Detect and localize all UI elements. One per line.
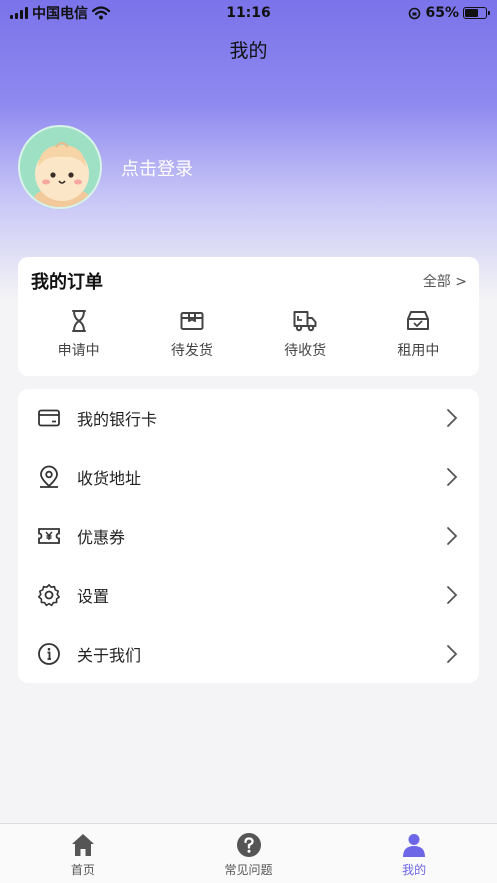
page-title: 我的 (229, 40, 268, 62)
login-link[interactable]: 点击登录 (121, 155, 193, 181)
battery-percent: 65% (425, 5, 459, 21)
bank-card-icon (38, 409, 60, 427)
question-icon (236, 833, 261, 857)
user-icon (403, 834, 426, 857)
coupon-icon (38, 528, 60, 544)
order-status-to-receive[interactable]: 待收货 (255, 308, 355, 360)
tab-mine[interactable]: 我的 (331, 824, 497, 883)
chevron-right-icon (447, 468, 458, 487)
status-time: 11:16 (226, 5, 271, 21)
chevron-right-icon (447, 644, 458, 663)
hourglass-icon (71, 310, 86, 332)
menu-card: 我的银行卡 收货地址 优惠券 设置 关于我们 (18, 389, 479, 683)
battery-icon (463, 7, 490, 19)
location-pin-icon (40, 465, 58, 489)
order-status-renting[interactable]: 租用中 (368, 308, 468, 360)
signal-icon (10, 7, 28, 19)
avatar[interactable] (18, 125, 102, 209)
home-icon (71, 834, 94, 856)
wifi-icon (92, 6, 110, 20)
order-status-applying[interactable]: 申请中 (29, 308, 129, 360)
avatar-mascot-icon (34, 142, 90, 207)
orders-title: 我的订单 (31, 272, 103, 293)
gear-icon (38, 583, 60, 606)
chevron-right-icon (447, 585, 458, 604)
menu-item-bank-card[interactable]: 我的银行卡 (18, 389, 479, 448)
menu-item-settings[interactable]: 设置 (18, 565, 479, 624)
battery-fill (465, 9, 478, 17)
chevron-right-icon (447, 409, 458, 428)
tray-check-icon (407, 311, 430, 330)
tab-faq[interactable]: 常见问题 (166, 824, 332, 883)
orders-view-all-link[interactable]: 全部 > (423, 271, 467, 291)
tab-home[interactable]: 首页 (0, 824, 166, 883)
status-bar: 中国电信 11:16 65% (0, 0, 497, 26)
chevron-right-icon (447, 527, 458, 545)
orientation-lock-icon (409, 7, 421, 19)
menu-item-address[interactable]: 收货地址 (18, 448, 479, 507)
package-box-icon (180, 312, 204, 330)
carrier-label: 中国电信 (32, 6, 88, 22)
menu-item-about-us[interactable]: 关于我们 (18, 624, 479, 683)
order-status-to-ship[interactable]: 待发货 (142, 308, 242, 360)
orders-card: 我的订单 全部 > 申请中 待发货 待收货 租用中 (18, 257, 479, 376)
delivery-truck-icon (293, 311, 317, 332)
menu-item-coupons[interactable]: 优惠券 (18, 507, 479, 566)
info-icon (38, 642, 60, 665)
tab-bar: 首页 常见问题 我的 (0, 823, 497, 883)
